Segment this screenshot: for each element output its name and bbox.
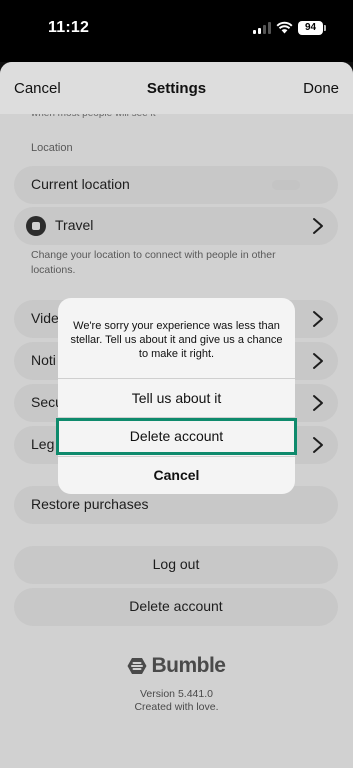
delete-account-label: Delete account bbox=[129, 598, 223, 614]
log-out-label: Log out bbox=[152, 556, 200, 572]
row-label: Noti bbox=[31, 352, 56, 368]
brand-name: Bumble bbox=[151, 654, 226, 677]
alert-cancel-button[interactable]: Cancel bbox=[58, 456, 295, 494]
chevron-right-icon bbox=[313, 311, 323, 327]
wifi-icon bbox=[276, 21, 293, 34]
travel-row[interactable]: Travel bbox=[14, 207, 338, 245]
chevron-right-icon bbox=[313, 353, 323, 369]
location-value-placeholder bbox=[272, 180, 300, 190]
settings-nav-bar: Cancel Settings Done bbox=[0, 62, 353, 114]
status-bar: 11:12 94 bbox=[0, 0, 353, 62]
version-info: Version 5.441.0 Created with love. bbox=[0, 688, 353, 714]
done-button[interactable]: Done bbox=[303, 80, 339, 97]
travel-description: Change your location to connect with peo… bbox=[31, 249, 276, 276]
battery-icon: 94 bbox=[298, 21, 326, 35]
row-label: Vide bbox=[31, 310, 59, 326]
location-section-label: Location bbox=[31, 142, 73, 154]
chevron-right-icon bbox=[313, 218, 323, 234]
delete-account-highlight: Delete account bbox=[56, 418, 297, 455]
travel-icon bbox=[26, 216, 46, 236]
current-location-label: Current location bbox=[31, 176, 130, 192]
alert-message: We're sorry your experience was less tha… bbox=[70, 320, 283, 360]
alert-delete-account-button[interactable]: Delete account bbox=[56, 418, 297, 455]
tagline-text: Created with love. bbox=[134, 701, 219, 713]
log-out-button[interactable]: Log out bbox=[14, 546, 338, 584]
restore-purchases-label: Restore purchases bbox=[31, 496, 149, 512]
cellular-signal-icon bbox=[253, 22, 271, 34]
status-time: 11:12 bbox=[48, 19, 90, 36]
current-location-row[interactable]: Current location bbox=[14, 166, 338, 204]
bumble-logo: Bumble bbox=[0, 654, 353, 680]
chevron-right-icon bbox=[313, 395, 323, 411]
feedback-alert-dialog: We're sorry your experience was less tha… bbox=[58, 298, 295, 494]
chevron-right-icon bbox=[313, 437, 323, 453]
row-label: Leg bbox=[31, 436, 55, 452]
delete-account-button[interactable]: Delete account bbox=[14, 588, 338, 626]
travel-label: Travel bbox=[55, 217, 94, 233]
bumble-hex-icon bbox=[127, 658, 147, 674]
version-text: Version 5.441.0 bbox=[140, 688, 213, 700]
cancel-button[interactable]: Cancel bbox=[14, 80, 61, 97]
tell-us-about-it-button[interactable]: Tell us about it bbox=[58, 379, 295, 417]
